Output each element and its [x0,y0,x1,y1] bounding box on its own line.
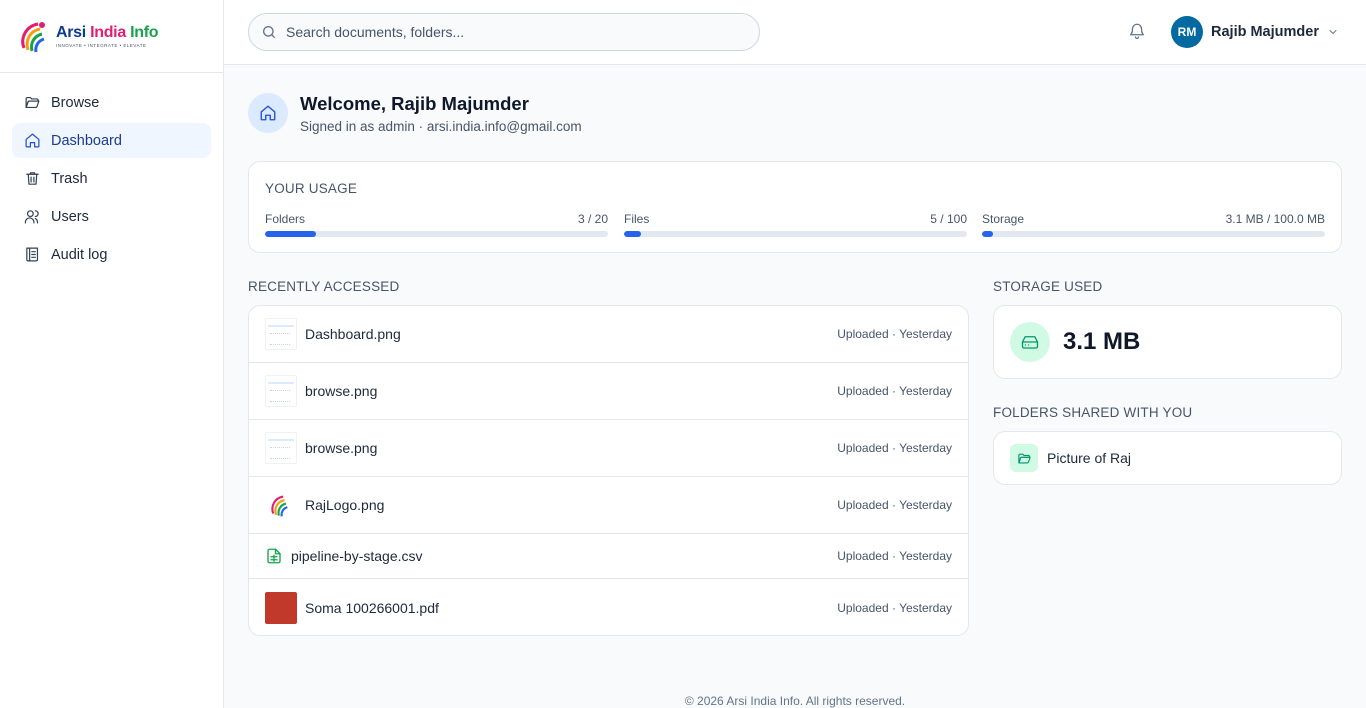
spreadsheet-icon [267,548,281,564]
shared-folder-name: Picture of Raj [1047,450,1132,466]
progress-track [624,231,967,237]
meter-label: Files [624,212,650,226]
list-item[interactable]: RajLogo.png Uploaded · Yesterday [249,477,968,534]
page-subtitle: Signed in as admin · arsi.india.info@gma… [300,119,582,134]
sidebar-item-label: Trash [51,170,88,187]
hard-drive-icon [1021,336,1039,349]
sidebar-item-browse[interactable]: Browse [12,85,211,120]
storage-icon-badge [1010,322,1050,362]
sidebar-item-label: Audit log [51,246,108,263]
sidebar-item-trash[interactable]: Trash [12,161,211,196]
image-thumbnail [265,318,297,350]
image-thumbnail [265,375,297,407]
brand-name: Arsi India Info [56,24,159,42]
recent-heading: RECENTLY ACCESSED [248,279,400,294]
sidebar-item-users[interactable]: Users [12,199,211,234]
file-meta: Uploaded · Yesterday [837,327,952,341]
chevron-down-icon [1329,30,1337,34]
file-name: pipeline-by-stage.csv [291,548,423,564]
progress-track [982,231,1325,237]
users-icon [24,210,39,224]
sidebar-item-audit-log[interactable]: Audit log [12,237,211,272]
folder-open-icon [25,96,40,109]
search-icon [263,26,275,38]
recent-files-list: Dashboard.png Uploaded · Yesterday brows… [248,305,969,636]
sidebar-item-label: Browse [51,94,100,111]
log-icon [26,247,39,262]
image-thumbnail [265,432,297,464]
file-name: browse.png [305,440,378,456]
logo-icon [21,22,45,53]
usage-heading: YOUR USAGE [265,181,358,196]
brand-name-part2: India [90,24,126,41]
meter-value: 5 / 100 [930,212,967,226]
shared-folder-item[interactable]: Picture of Raj [993,431,1342,485]
welcome-home-icon-badge [248,93,288,133]
sidebar-item-label: Dashboard [51,132,122,149]
file-meta: Uploaded · Yesterday [837,600,952,615]
brand-name-part1: Arsi [56,24,86,41]
sidebar-item-label: Users [51,208,89,225]
logo-thumbnail [265,489,297,521]
file-name: Dashboard.png [305,326,401,342]
file-meta: Uploaded · Yesterday [837,441,952,455]
progress-track [265,231,608,237]
storage-value: 3.1 MB [1063,328,1141,355]
list-item[interactable]: Soma 100266001.pdf Uploaded · Yesterday [249,579,968,635]
meter-label: Storage [982,212,1025,226]
file-name: browse.png [305,383,378,399]
home-icon [25,133,40,148]
storage-card: 3.1 MB [993,305,1342,379]
sidebar: Arsi India Info INNOVATE • INTEGRATE • E… [0,0,224,708]
meter-value: 3 / 20 [577,212,608,226]
progress-fill [624,231,642,237]
home-icon [260,105,276,121]
list-item[interactable]: pipeline-by-stage.csv Uploaded · Yesterd… [249,534,968,579]
meter-label: Folders [265,212,306,226]
list-item[interactable]: browse.png Uploaded · Yesterday [249,420,968,477]
file-name: RajLogo.png [305,497,385,513]
pdf-thumbnail [265,591,297,624]
footer-copyright: © 2026 Arsi India Info. All rights reser… [684,694,906,708]
user-name: Rajib Majumder [1211,24,1319,40]
search-box[interactable] [248,13,760,51]
sidebar-nav: Browse Dashboard Trash Users Audit log [0,73,223,287]
file-meta: Uploaded · Yesterday [837,498,952,512]
notifications-button[interactable] [1128,22,1148,42]
progress-fill [265,231,317,237]
search-input[interactable] [286,24,726,40]
meter-value: 3.1 MB / 100.0 MB [1225,212,1325,226]
storage-heading: STORAGE USED [993,279,1103,294]
usage-card: YOUR USAGE Folders 3 / 20 Files 5 / 100 St… [248,161,1342,253]
file-name: Soma 100266001.pdf [305,599,439,616]
folder-icon-badge [1010,444,1038,472]
list-item[interactable]: Dashboard.png Uploaded · Yesterday [249,306,968,363]
brand-tagline: INNOVATE • INTEGRATE • ELEVATE [56,43,147,48]
file-meta: Uploaded · Yesterday [837,549,952,563]
folders-meter: Folders 3 / 20 [265,212,608,237]
trash-icon [26,172,39,185]
avatar: RM [1171,16,1203,48]
page-title: Welcome, Rajib Majumder [300,93,529,114]
user-menu[interactable]: RM Rajib Majumder [1171,16,1339,48]
storage-meter: Storage 3.1 MB / 100.0 MB [982,212,1325,237]
files-meter: Files 5 / 100 [624,212,967,237]
top-bar: RM Rajib Majumder [224,0,1366,65]
sidebar-item-dashboard[interactable]: Dashboard [12,123,211,158]
file-meta: Uploaded · Yesterday [837,384,952,398]
brand-name-part3: Info [130,24,159,41]
brand-logo[interactable]: Arsi India Info INNOVATE • INTEGRATE • E… [0,0,223,73]
progress-fill [982,231,993,237]
folder-open-icon [1017,453,1031,463]
logo-icon [271,495,288,517]
bell-icon [1129,23,1145,40]
list-item[interactable]: browse.png Uploaded · Yesterday [249,363,968,420]
shared-heading: FOLDERS SHARED WITH YOU [993,405,1193,420]
